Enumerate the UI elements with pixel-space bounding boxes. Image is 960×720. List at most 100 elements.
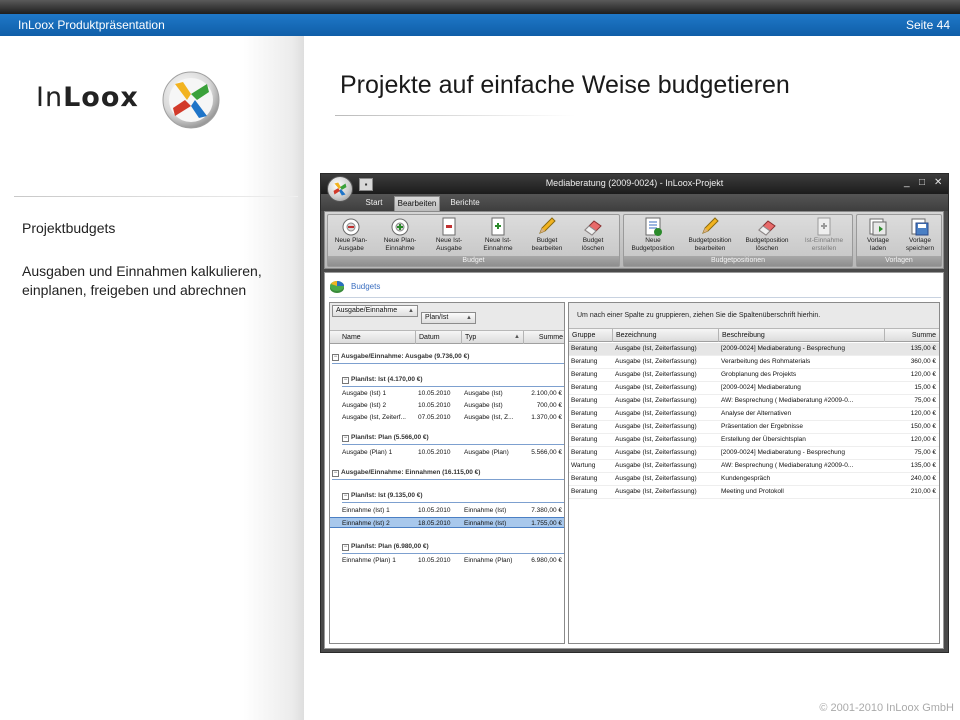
budgets-header-divider (329, 297, 941, 298)
edit-budget-position-button[interactable]: Budgetposition bearbeiten (682, 217, 738, 257)
group-divider (342, 502, 564, 503)
budgets-view: Budgets Ausgabe/Einnahme ▲ Plan/Ist ▲ Name… (324, 272, 944, 649)
button-label: Einnahme (385, 244, 415, 252)
new-budget-position-button[interactable]: Neue Budgetposition (627, 217, 679, 257)
table-row[interactable]: Beratung Ausgabe (Ist, Zeiterfassung) Me… (569, 486, 939, 499)
column-header-summe[interactable]: Summe (885, 329, 939, 342)
table-row[interactable]: Ausgabe (Plan) 1 10.05.2010 Ausgabe (Pla… (330, 447, 564, 458)
button-label: Neue (645, 237, 661, 244)
new-actual-expense-button[interactable]: Neue Ist- Ausgabe (424, 217, 474, 257)
group-chip-plan-ist[interactable]: Plan/Ist ▲ (421, 312, 476, 324)
group-row-ausgabe[interactable]: − Ausgabe/Einnahme: Ausgabe (9.736,00 €) (332, 351, 469, 362)
chip-label: Ausgabe/Einnahme (336, 307, 398, 314)
budgets-title: Budgets (351, 282, 381, 291)
group-row-einnahmen-plan[interactable]: − Plan/Ist: Plan (6.980,00 €) (342, 541, 429, 552)
chip-label: Plan/Ist (425, 314, 449, 321)
sidebar-description: Ausgaben und Einnahmen kalkulieren, einp… (22, 263, 262, 298)
table-row[interactable]: Wartung Ausgabe (Ist, Zeiterfassung) AW:… (569, 460, 939, 473)
button-label: Budget (536, 237, 558, 244)
page-number: Seite 44 (905, 18, 950, 32)
table-row[interactable]: Einnahme (Ist) 1 10.05.2010 Einnahme (Is… (330, 505, 564, 516)
edit-budget-button[interactable]: Budget bearbeiten (522, 217, 572, 257)
minimize-button[interactable]: _ (904, 177, 910, 188)
table-row[interactable]: Ausgabe (Ist) 2 10.05.2010 Ausgabe (Ist)… (330, 400, 564, 411)
pencil-icon (702, 217, 719, 234)
button-label: Budgetposition (745, 237, 789, 244)
collapse-icon[interactable]: − (342, 435, 349, 442)
table-row[interactable]: Beratung Ausgabe (Ist, Zeiterfassung) Ve… (569, 356, 939, 369)
group-chip-ausgabe-einnahme[interactable]: Ausgabe/Einnahme ▲ (332, 305, 418, 317)
collapse-icon[interactable]: − (342, 544, 349, 551)
group-row-ausgabe-plan[interactable]: − Plan/Ist: Plan (5.566,00 €) (342, 432, 429, 443)
ribbon-group-budget: Neue Plan- Ausgabe Neue Plan- Einnahme N… (327, 214, 620, 267)
collapse-icon[interactable]: − (342, 377, 349, 384)
table-row[interactable]: Beratung Ausgabe (Ist, Zeiterfassung) Er… (569, 434, 939, 447)
button-label: Neue Ist- (484, 237, 512, 244)
application-menu-button[interactable] (327, 176, 353, 202)
table-row[interactable]: Beratung Ausgabe (Ist, Zeiterfassung) [2… (569, 343, 939, 356)
inloox-logo: InLoox (36, 70, 226, 134)
table-row[interactable]: Beratung Ausgabe (Ist, Zeiterfassung) Gr… (569, 369, 939, 382)
actual-expense-icon (442, 217, 456, 236)
delete-budget-button[interactable]: Budget löschen (568, 217, 618, 257)
positions-column-header: Gruppe Bezeichnung Beschreibung Summe (569, 329, 939, 342)
table-row[interactable]: Ausgabe (Ist, Zeiterf... 07.05.2010 Ausg… (330, 412, 564, 423)
ribbon: Neue Plan- Ausgabe Neue Plan- Einnahme N… (324, 211, 944, 269)
table-row[interactable]: Einnahme (Plan) 1 10.05.2010 Einnahme (P… (330, 555, 564, 566)
table-row[interactable]: Beratung Ausgabe (Ist, Zeiterfassung) [2… (569, 447, 939, 460)
top-dark-bar (0, 0, 960, 14)
template-load-icon (869, 218, 887, 236)
new-actual-income-button[interactable]: Neue Ist- Einnahme (473, 217, 523, 257)
column-header-beschreibung[interactable]: Beschreibung (719, 329, 885, 342)
title-underline (335, 115, 575, 116)
button-label: bearbeiten (694, 244, 726, 252)
table-row[interactable]: Beratung Ausgabe (Ist, Zeiterfassung) Ku… (569, 473, 939, 486)
delete-budget-position-button[interactable]: Budgetposition löschen (739, 217, 795, 257)
button-label: Ausgabe (436, 244, 462, 252)
maximize-button[interactable]: □ (919, 177, 925, 188)
button-label: erstellen (811, 244, 837, 252)
budgets-grid[interactable]: Ausgabe/Einnahme ▲ Plan/Ist ▲ Name Datum T… (329, 302, 565, 644)
button-label: Einnahme (483, 244, 513, 252)
column-header-summe[interactable]: Summe (524, 331, 564, 344)
tab-berichte[interactable]: Berichte (445, 196, 485, 211)
table-row[interactable]: Beratung Ausgabe (Ist, Zeiterfassung) AW… (569, 395, 939, 408)
table-row[interactable]: Beratung Ausgabe (Ist, Zeiterfassung) An… (569, 408, 939, 421)
new-position-icon (645, 217, 662, 236)
group-row-ausgabe-ist[interactable]: − Plan/Ist: Ist (4.170,00 €) (342, 374, 423, 385)
group-divider (332, 479, 564, 480)
new-plan-income-button[interactable]: Neue Plan- Einnahme (375, 217, 425, 257)
table-row[interactable]: Ausgabe (Ist) 1 10.05.2010 Ausgabe (Ist)… (330, 388, 564, 399)
ribbon-group-budgetpositionen: Neue Budgetposition Budgetposition bearb… (623, 214, 853, 267)
column-header-name[interactable]: Name (330, 331, 416, 344)
table-row-selected[interactable]: Einnahme (Ist) 2 18.05.2010 Einnahme (Is… (330, 517, 564, 528)
create-actual-income-icon (817, 217, 831, 236)
sort-arrow-icon: ▲ (514, 334, 520, 340)
eraser-icon (584, 220, 602, 236)
logo-x-icon (162, 71, 220, 129)
eraser-icon (758, 220, 776, 236)
column-header-bezeichnung[interactable]: Bezeichnung (613, 329, 719, 342)
budget-positions-grid[interactable]: Um nach einer Spalte zu gruppieren, zieh… (568, 302, 940, 644)
group-row-einnahmen[interactable]: − Ausgabe/Einnahme: Einnahmen (16.115,00 … (332, 467, 480, 478)
load-template-button[interactable]: Vorlage laden (857, 217, 899, 257)
collapse-icon[interactable]: − (332, 470, 339, 477)
column-header-datum[interactable]: Datum (416, 331, 462, 344)
group-by-panel: Ausgabe/Einnahme ▲ Plan/Ist ▲ (330, 303, 564, 331)
plan-income-icon (391, 218, 409, 236)
tab-start[interactable]: Start (357, 196, 391, 211)
group-by-hint[interactable]: Um nach einer Spalte zu gruppieren, zieh… (569, 303, 939, 329)
close-button[interactable]: ✕ (934, 177, 942, 188)
table-row[interactable]: Beratung Ausgabe (Ist, Zeiterfassung) Pr… (569, 421, 939, 434)
tab-bearbeiten[interactable]: Bearbeiten (394, 196, 440, 211)
create-actual-income-button[interactable]: Ist-Einnahme erstellen (797, 217, 851, 257)
pencil-icon (539, 217, 556, 234)
save-template-button[interactable]: Vorlage speichern (899, 217, 941, 257)
button-label: Neue Ist- (435, 237, 463, 244)
collapse-icon[interactable]: − (332, 354, 339, 361)
new-plan-expense-button[interactable]: Neue Plan- Ausgabe (326, 217, 376, 257)
table-row[interactable]: Beratung Ausgabe (Ist, Zeiterfassung) [2… (569, 382, 939, 395)
column-header-gruppe[interactable]: Gruppe (569, 329, 613, 342)
group-row-einnahmen-ist[interactable]: − Plan/Ist: Ist (9.135,00 €) (342, 490, 423, 501)
collapse-icon[interactable]: − (342, 493, 349, 500)
